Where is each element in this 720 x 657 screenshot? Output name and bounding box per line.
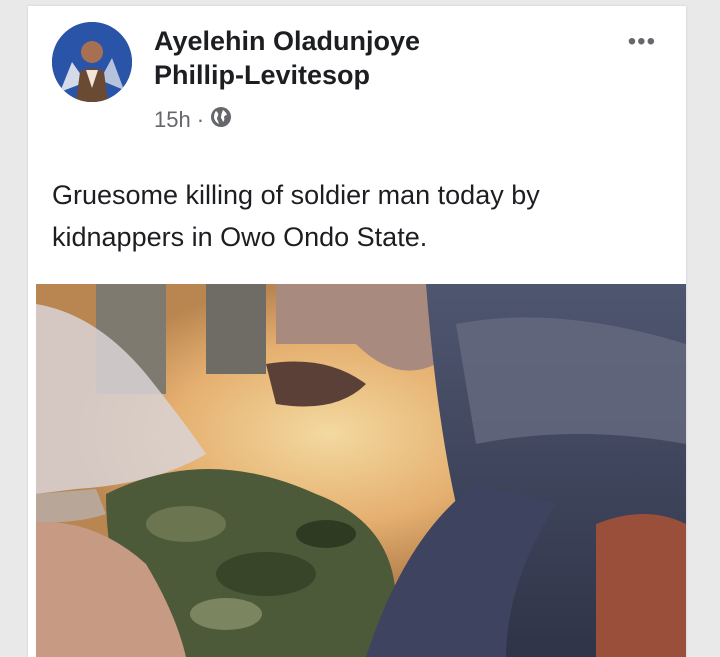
meta-separator: · bbox=[196, 107, 205, 132]
author-name[interactable]: Ayelehin Oladunjoye Phillip-Levitesop bbox=[154, 24, 420, 92]
post-text: Gruesome killing of soldier man today by… bbox=[52, 180, 540, 252]
post-timestamp[interactable]: 15h bbox=[154, 107, 191, 133]
globe-icon bbox=[210, 106, 232, 134]
more-options-icon[interactable]: ••• bbox=[628, 28, 656, 56]
post-meta: 15h · bbox=[154, 106, 232, 134]
author-name-line1[interactable]: Ayelehin Oladunjoye bbox=[154, 24, 420, 58]
post-video[interactable] bbox=[36, 284, 686, 657]
author-avatar[interactable] bbox=[52, 22, 132, 102]
avatar-photo bbox=[52, 22, 132, 102]
author-name-line2[interactable]: Phillip-Levitesop bbox=[154, 58, 420, 92]
video-frame bbox=[36, 284, 686, 657]
post-card: Ayelehin Oladunjoye Phillip-Levitesop 15… bbox=[28, 6, 686, 657]
